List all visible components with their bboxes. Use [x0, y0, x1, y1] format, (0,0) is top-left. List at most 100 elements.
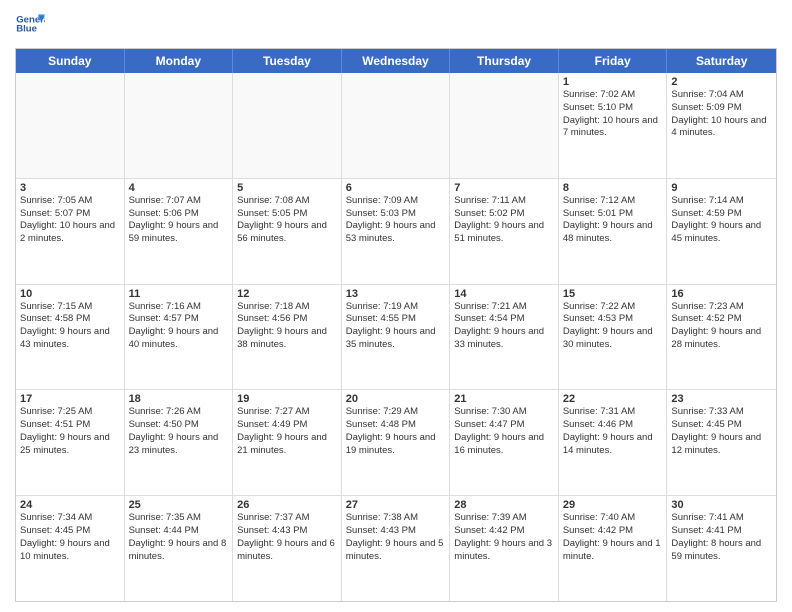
calendar-header: SundayMondayTuesdayWednesdayThursdayFrid… [16, 49, 776, 73]
day-info: Sunrise: 7:22 AM Sunset: 4:53 PM Dayligh… [563, 301, 663, 352]
calendar-cell [342, 73, 451, 178]
day-info: Sunrise: 7:25 AM Sunset: 4:51 PM Dayligh… [20, 406, 120, 457]
day-number: 6 [346, 182, 446, 194]
calendar-cell: 27Sunrise: 7:38 AM Sunset: 4:43 PM Dayli… [342, 496, 451, 601]
day-info: Sunrise: 7:09 AM Sunset: 5:03 PM Dayligh… [346, 195, 446, 246]
calendar-cell: 23Sunrise: 7:33 AM Sunset: 4:45 PM Dayli… [667, 390, 776, 495]
page-header: General Blue [15, 10, 777, 40]
calendar-cell: 5Sunrise: 7:08 AM Sunset: 5:05 PM Daylig… [233, 179, 342, 284]
calendar-cell: 22Sunrise: 7:31 AM Sunset: 4:46 PM Dayli… [559, 390, 668, 495]
calendar-cell: 20Sunrise: 7:29 AM Sunset: 4:48 PM Dayli… [342, 390, 451, 495]
day-info: Sunrise: 7:27 AM Sunset: 4:49 PM Dayligh… [237, 406, 337, 457]
calendar-cell: 6Sunrise: 7:09 AM Sunset: 5:03 PM Daylig… [342, 179, 451, 284]
day-info: Sunrise: 7:16 AM Sunset: 4:57 PM Dayligh… [129, 301, 229, 352]
day-number: 1 [563, 76, 663, 88]
day-info: Sunrise: 7:07 AM Sunset: 5:06 PM Dayligh… [129, 195, 229, 246]
day-info: Sunrise: 7:38 AM Sunset: 4:43 PM Dayligh… [346, 512, 446, 563]
calendar-cell: 25Sunrise: 7:35 AM Sunset: 4:44 PM Dayli… [125, 496, 234, 601]
day-number: 25 [129, 499, 229, 511]
day-info: Sunrise: 7:34 AM Sunset: 4:45 PM Dayligh… [20, 512, 120, 563]
day-number: 13 [346, 288, 446, 300]
day-number: 20 [346, 393, 446, 405]
calendar-cell: 24Sunrise: 7:34 AM Sunset: 4:45 PM Dayli… [16, 496, 125, 601]
calendar-cell: 26Sunrise: 7:37 AM Sunset: 4:43 PM Dayli… [233, 496, 342, 601]
day-number: 15 [563, 288, 663, 300]
day-number: 19 [237, 393, 337, 405]
calendar-row-1: 1Sunrise: 7:02 AM Sunset: 5:10 PM Daylig… [16, 73, 776, 178]
calendar-cell: 30Sunrise: 7:41 AM Sunset: 4:41 PM Dayli… [667, 496, 776, 601]
day-info: Sunrise: 7:26 AM Sunset: 4:50 PM Dayligh… [129, 406, 229, 457]
day-number: 17 [20, 393, 120, 405]
calendar-cell: 19Sunrise: 7:27 AM Sunset: 4:49 PM Dayli… [233, 390, 342, 495]
day-number: 9 [671, 182, 772, 194]
header-day-tuesday: Tuesday [233, 49, 342, 73]
header-day-thursday: Thursday [450, 49, 559, 73]
calendar-cell [450, 73, 559, 178]
calendar-cell: 8Sunrise: 7:12 AM Sunset: 5:01 PM Daylig… [559, 179, 668, 284]
day-info: Sunrise: 7:30 AM Sunset: 4:47 PM Dayligh… [454, 406, 554, 457]
calendar-row-5: 24Sunrise: 7:34 AM Sunset: 4:45 PM Dayli… [16, 495, 776, 601]
logo: General Blue [15, 10, 45, 40]
calendar-row-3: 10Sunrise: 7:15 AM Sunset: 4:58 PM Dayli… [16, 284, 776, 390]
day-number: 3 [20, 182, 120, 194]
calendar: SundayMondayTuesdayWednesdayThursdayFrid… [15, 48, 777, 602]
calendar-cell: 4Sunrise: 7:07 AM Sunset: 5:06 PM Daylig… [125, 179, 234, 284]
day-info: Sunrise: 7:40 AM Sunset: 4:42 PM Dayligh… [563, 512, 663, 563]
day-info: Sunrise: 7:41 AM Sunset: 4:41 PM Dayligh… [671, 512, 772, 563]
day-number: 30 [671, 499, 772, 511]
day-info: Sunrise: 7:31 AM Sunset: 4:46 PM Dayligh… [563, 406, 663, 457]
day-number: 4 [129, 182, 229, 194]
day-info: Sunrise: 7:15 AM Sunset: 4:58 PM Dayligh… [20, 301, 120, 352]
day-info: Sunrise: 7:05 AM Sunset: 5:07 PM Dayligh… [20, 195, 120, 246]
day-number: 10 [20, 288, 120, 300]
header-day-sunday: Sunday [16, 49, 125, 73]
day-number: 26 [237, 499, 337, 511]
calendar-cell [16, 73, 125, 178]
day-number: 23 [671, 393, 772, 405]
calendar-cell: 2Sunrise: 7:04 AM Sunset: 5:09 PM Daylig… [667, 73, 776, 178]
calendar-cell [125, 73, 234, 178]
calendar-cell: 7Sunrise: 7:11 AM Sunset: 5:02 PM Daylig… [450, 179, 559, 284]
day-info: Sunrise: 7:33 AM Sunset: 4:45 PM Dayligh… [671, 406, 772, 457]
day-number: 5 [237, 182, 337, 194]
day-info: Sunrise: 7:37 AM Sunset: 4:43 PM Dayligh… [237, 512, 337, 563]
day-info: Sunrise: 7:02 AM Sunset: 5:10 PM Dayligh… [563, 89, 663, 140]
svg-text:Blue: Blue [16, 23, 37, 34]
day-info: Sunrise: 7:23 AM Sunset: 4:52 PM Dayligh… [671, 301, 772, 352]
day-info: Sunrise: 7:12 AM Sunset: 5:01 PM Dayligh… [563, 195, 663, 246]
calendar-cell: 13Sunrise: 7:19 AM Sunset: 4:55 PM Dayli… [342, 285, 451, 390]
calendar-cell: 9Sunrise: 7:14 AM Sunset: 4:59 PM Daylig… [667, 179, 776, 284]
day-number: 8 [563, 182, 663, 194]
day-number: 22 [563, 393, 663, 405]
calendar-cell: 16Sunrise: 7:23 AM Sunset: 4:52 PM Dayli… [667, 285, 776, 390]
day-number: 29 [563, 499, 663, 511]
day-number: 27 [346, 499, 446, 511]
day-number: 21 [454, 393, 554, 405]
calendar-cell: 10Sunrise: 7:15 AM Sunset: 4:58 PM Dayli… [16, 285, 125, 390]
day-number: 11 [129, 288, 229, 300]
calendar-cell [233, 73, 342, 178]
calendar-cell: 11Sunrise: 7:16 AM Sunset: 4:57 PM Dayli… [125, 285, 234, 390]
header-day-friday: Friday [559, 49, 668, 73]
calendar-cell: 3Sunrise: 7:05 AM Sunset: 5:07 PM Daylig… [16, 179, 125, 284]
header-day-wednesday: Wednesday [342, 49, 451, 73]
day-number: 24 [20, 499, 120, 511]
header-day-saturday: Saturday [667, 49, 776, 73]
day-info: Sunrise: 7:19 AM Sunset: 4:55 PM Dayligh… [346, 301, 446, 352]
calendar-row-4: 17Sunrise: 7:25 AM Sunset: 4:51 PM Dayli… [16, 389, 776, 495]
day-info: Sunrise: 7:39 AM Sunset: 4:42 PM Dayligh… [454, 512, 554, 563]
calendar-cell: 29Sunrise: 7:40 AM Sunset: 4:42 PM Dayli… [559, 496, 668, 601]
day-number: 12 [237, 288, 337, 300]
day-info: Sunrise: 7:04 AM Sunset: 5:09 PM Dayligh… [671, 89, 772, 140]
day-info: Sunrise: 7:29 AM Sunset: 4:48 PM Dayligh… [346, 406, 446, 457]
day-number: 28 [454, 499, 554, 511]
day-info: Sunrise: 7:21 AM Sunset: 4:54 PM Dayligh… [454, 301, 554, 352]
calendar-cell: 15Sunrise: 7:22 AM Sunset: 4:53 PM Dayli… [559, 285, 668, 390]
calendar-cell: 14Sunrise: 7:21 AM Sunset: 4:54 PM Dayli… [450, 285, 559, 390]
calendar-cell: 21Sunrise: 7:30 AM Sunset: 4:47 PM Dayli… [450, 390, 559, 495]
header-day-monday: Monday [125, 49, 234, 73]
calendar-cell: 28Sunrise: 7:39 AM Sunset: 4:42 PM Dayli… [450, 496, 559, 601]
calendar-cell: 12Sunrise: 7:18 AM Sunset: 4:56 PM Dayli… [233, 285, 342, 390]
day-info: Sunrise: 7:35 AM Sunset: 4:44 PM Dayligh… [129, 512, 229, 563]
calendar-body: 1Sunrise: 7:02 AM Sunset: 5:10 PM Daylig… [16, 73, 776, 601]
